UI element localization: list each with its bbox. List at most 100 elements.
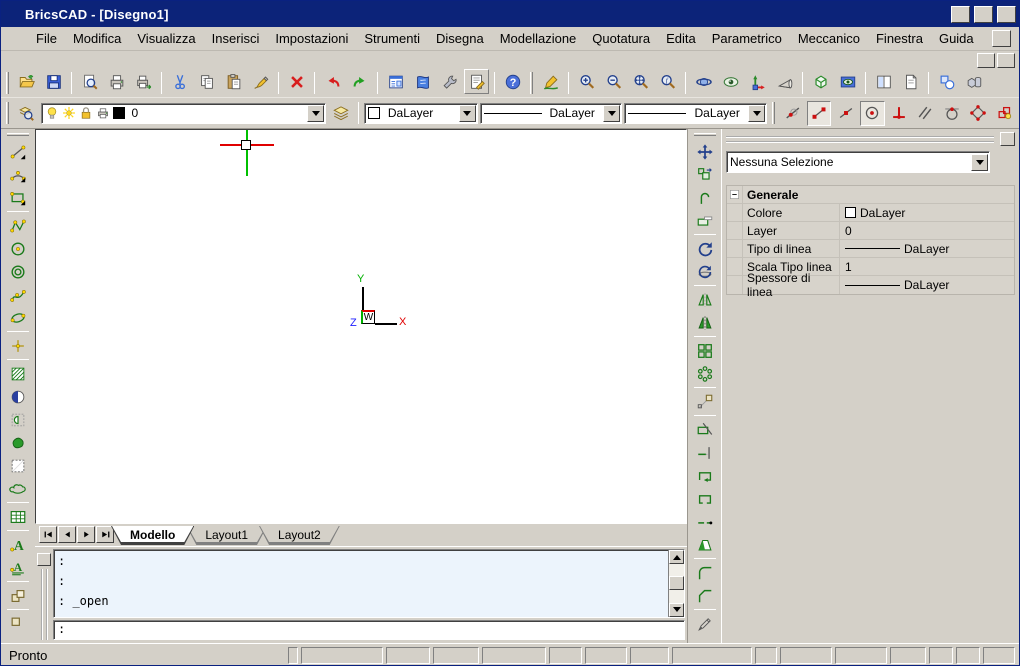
menu-inserisci[interactable]: Inserisci [204,28,268,50]
tab-layout2[interactable]: Layout2 [259,526,340,545]
toolbar-grip-handle[interactable] [7,133,29,136]
toolbar-grip-handle[interactable] [772,102,775,124]
text-button[interactable]: A [6,533,30,556]
break-button[interactable] [693,510,717,533]
snap-parallel-button[interactable] [913,101,938,126]
status-cell[interactable] [983,647,1015,664]
chamfer-button[interactable] [693,584,717,607]
color-combobox[interactable]: DaLayer [364,103,478,124]
zoom-in-button[interactable] [574,69,599,94]
polyline-button[interactable] [6,214,30,237]
look-button[interactable] [718,69,743,94]
move-button[interactable] [693,140,717,163]
tab-prev-button[interactable] [58,526,76,543]
status-cell[interactable] [433,647,479,664]
snap-midpoint-button[interactable] [833,101,858,126]
menu-impostazioni[interactable]: Impostazioni [267,28,356,50]
circle-button[interactable] [6,237,30,260]
property-value[interactable]: DaLayer [840,278,1014,292]
quick-select-icon[interactable] [995,152,1015,172]
undo-button[interactable] [320,69,345,94]
scale-entity-button[interactable] [693,390,717,413]
tab-layout1[interactable]: Layout1 [186,526,267,545]
line-button[interactable] [6,140,30,163]
properties-close-button[interactable] [1000,132,1015,146]
menu-modifica[interactable]: Modifica [65,28,129,50]
wipeout-button[interactable] [6,454,30,477]
snap-insertion-button[interactable] [993,101,1018,126]
status-cell[interactable] [288,647,298,664]
selection-dropdown-button[interactable] [971,154,988,171]
status-cell[interactable] [835,647,887,664]
layer-combobox[interactable]: 0 [41,103,327,124]
region-button[interactable] [6,431,30,454]
snap-nearest-button[interactable] [780,101,805,126]
zoom-previous-button[interactable]: f [655,69,680,94]
menu-guida[interactable]: Guida [931,28,982,50]
mdi-close-button[interactable] [997,53,1015,68]
menu-modellazione[interactable]: Modellazione [492,28,585,50]
gradient-button[interactable] [6,385,30,408]
erase-button[interactable] [284,69,309,94]
match-properties-button[interactable] [248,69,273,94]
settings-button[interactable] [464,69,489,94]
snap-endpoint-button[interactable] [807,101,832,126]
copy-entity-button[interactable] [693,163,717,186]
command-history[interactable]: ::: _open [53,549,685,618]
menu-strumenti[interactable]: Strumenti [356,28,428,50]
mirror-3d-button[interactable] [693,311,717,334]
extend-button[interactable] [693,441,717,464]
menu-disegna[interactable]: Disegna [428,28,492,50]
snap-quadrant-button[interactable] [966,101,991,126]
layer-stack-button[interactable] [328,101,353,126]
redo-button[interactable] [347,69,372,94]
property-value[interactable]: 0 [840,224,1014,238]
menu-visualizza[interactable]: Visualizza [129,28,203,50]
ellipse-button[interactable] [6,306,30,329]
status-cell[interactable] [956,647,980,664]
status-cell[interactable] [585,647,627,664]
snap-tangent-button[interactable] [940,101,965,126]
paste-button[interactable] [221,69,246,94]
tab-last-button[interactable] [96,526,114,543]
snap-center-button[interactable] [860,101,885,126]
draw-order-button[interactable] [934,69,959,94]
mirror-button[interactable] [693,288,717,311]
tab-first-button[interactable] [39,526,57,543]
menu-file[interactable]: File [28,28,65,50]
open-polyline-button[interactable] [693,487,717,510]
scroll-up-button[interactable] [669,550,684,564]
mdi-minimize-button[interactable] [992,30,1011,47]
mtext-button[interactable]: A [6,556,30,579]
tab-next-button[interactable] [77,526,95,543]
snap-perpendicular-button[interactable] [887,101,912,126]
zoom-extents-button[interactable] [628,69,653,94]
orbit-button[interactable] [691,69,716,94]
status-cell[interactable] [482,647,546,664]
lineweight-combobox[interactable]: DaLayer [624,103,767,124]
array-polar-button[interactable] [693,362,717,385]
menu-edita[interactable]: Edita [658,28,704,50]
scrollbar-track[interactable] [669,564,684,603]
drawing-explorer-button[interactable] [383,69,408,94]
edit-length-button[interactable] [693,612,717,635]
status-cell[interactable] [630,647,669,664]
command-input[interactable]: : [53,620,685,640]
viewports-button[interactable] [871,69,896,94]
status-cell[interactable] [301,647,383,664]
view-cube-button[interactable] [808,69,833,94]
command-close-button[interactable] [37,553,51,566]
property-section-header[interactable]: Generale [727,186,1014,204]
command-scrollbar[interactable] [668,550,684,617]
status-cell[interactable] [672,647,752,664]
array-button[interactable] [693,339,717,362]
tab-modello[interactable]: Modello [111,526,194,545]
menu-quotatura[interactable]: Quotatura [584,28,658,50]
boundary-button[interactable] [6,408,30,431]
plot-button[interactable] [131,69,156,94]
attribute-button[interactable] [6,612,30,635]
print-preview-button[interactable] [77,69,102,94]
render-button[interactable] [835,69,860,94]
status-cell[interactable] [780,647,832,664]
close-polyline-button[interactable] [693,464,717,487]
